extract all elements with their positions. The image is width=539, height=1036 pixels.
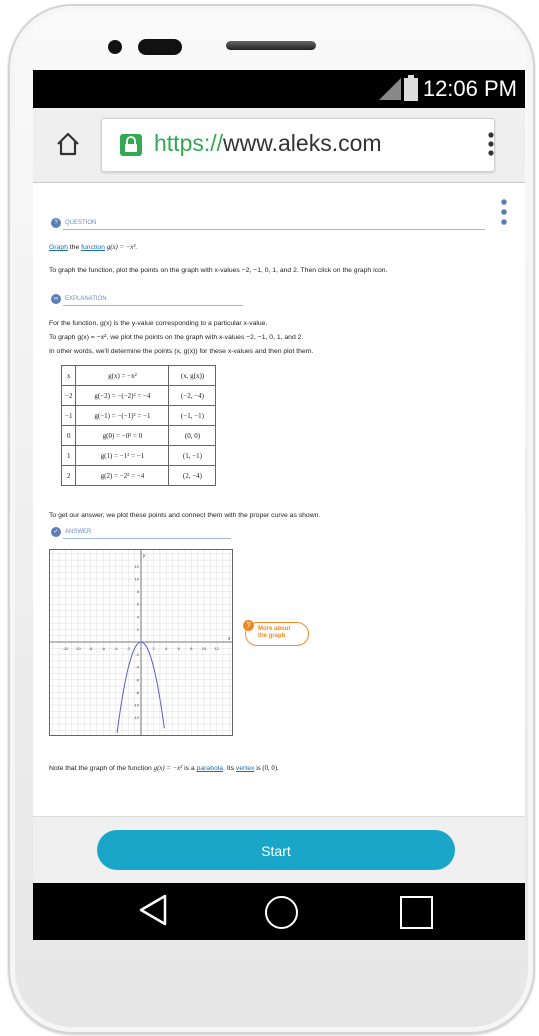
earpiece-speaker bbox=[138, 39, 182, 55]
y-tick-label: 12 bbox=[135, 564, 140, 569]
home-icon[interactable] bbox=[55, 131, 81, 157]
status-bar: 12:06 PM bbox=[33, 70, 525, 108]
answer-graph[interactable]: -12 -10 -8 -6 -4 -2 2 4 6 8 10 12 12 10 8 6 4 2 -2 -4 -6 -8 -1… bbox=[49, 549, 233, 736]
explanation-p2: To graph g(x) = −x², we plot the points … bbox=[49, 334, 304, 341]
start-button[interactable]: Start bbox=[97, 830, 455, 870]
explanation-divider bbox=[63, 305, 243, 306]
lightbulb-icon: ? bbox=[243, 620, 254, 631]
answer-divider bbox=[63, 538, 231, 539]
url-text: https://www.aleks.com bbox=[154, 130, 382, 157]
url-host: www.aleks.com bbox=[223, 130, 382, 156]
y-tick-label: 10 bbox=[135, 577, 140, 582]
table-row: 0 g(0) = −0² = 0 (0, 0) bbox=[60, 425, 217, 446]
table-row: −1 g(−1) = −(−1)² = −1 (−1, −1) bbox=[60, 405, 217, 426]
battery-icon bbox=[404, 75, 418, 101]
android-nav-bar bbox=[33, 883, 525, 940]
lesson-content: ? QUESTION Graph the function g(x) = −x²… bbox=[33, 182, 525, 816]
x-tick-label: 12 bbox=[214, 646, 219, 651]
speaker-grille bbox=[226, 41, 316, 50]
y-tick-label: -10 bbox=[133, 703, 140, 708]
values-table: x g(x) = −x² (x, g(x)) −2 g(−2) = −(−2)²… bbox=[60, 365, 217, 486]
browser-toolbar: https://www.aleks.com bbox=[33, 108, 525, 183]
answer-note: Note that the graph of the function g(x)… bbox=[49, 765, 279, 772]
page-menu-icon[interactable] bbox=[500, 198, 508, 226]
explanation-p4: To get our answer, we plot these points … bbox=[49, 512, 321, 519]
graph-plot: -12 -10 -8 -6 -4 -2 2 4 6 8 10 1212108642-2-4-6-8-1… bbox=[50, 550, 232, 735]
y-axis-label: y bbox=[142, 553, 146, 559]
question-instruction: To graph the function, plot the points o… bbox=[49, 267, 388, 274]
explanation-p1: For the function, g(x) is the y-value co… bbox=[49, 320, 268, 327]
x-tick-label: -10 bbox=[75, 646, 82, 651]
table-header: g(x) = −x² bbox=[75, 365, 170, 386]
home-button-icon[interactable] bbox=[265, 896, 298, 929]
browser-menu-icon[interactable] bbox=[487, 131, 495, 157]
answer-icon: ✓ bbox=[51, 527, 61, 537]
table-row: 1 g(1) = −1² = −1 (1, −1) bbox=[60, 445, 217, 466]
answer-label: ANSWER bbox=[65, 529, 92, 535]
question-icon: ? bbox=[51, 218, 61, 228]
explanation-icon: ∞ bbox=[51, 294, 61, 304]
signal-icon bbox=[379, 78, 401, 100]
more-about-line2: the graph bbox=[258, 633, 286, 639]
function-link[interactable]: function bbox=[81, 244, 105, 251]
table-header: (x, g(x)) bbox=[168, 365, 217, 386]
y-tick-label: -12 bbox=[133, 715, 140, 720]
vertex-link[interactable]: vertex bbox=[236, 765, 255, 772]
question-divider bbox=[63, 229, 485, 230]
lock-icon bbox=[120, 134, 142, 156]
explanation-label: EXPLANATION bbox=[65, 296, 107, 302]
more-about-graph-button[interactable]: ? More about the graph bbox=[243, 620, 309, 646]
table-header-row: x g(x) = −x² (x, g(x)) bbox=[60, 365, 217, 386]
footer-bar: Start bbox=[33, 816, 525, 884]
explanation-p3: In other words, we'll determine the poin… bbox=[49, 348, 314, 355]
table-row: −2 g(−2) = −(−2)² = −4 (−2, −4) bbox=[60, 385, 217, 406]
table-row: 2 g(2) = −2² = −4 (2, −4) bbox=[60, 465, 217, 486]
question-label: QUESTION bbox=[65, 220, 97, 226]
x-tick-label: 10 bbox=[202, 646, 207, 651]
graph-link[interactable]: Graph bbox=[49, 244, 68, 251]
status-clock: 12:06 PM bbox=[422, 76, 517, 101]
recent-apps-icon[interactable] bbox=[400, 896, 433, 929]
more-about-line1: More about bbox=[258, 626, 291, 632]
x-axis-label: x bbox=[227, 636, 231, 642]
question-math: g(x) = −x². bbox=[106, 244, 138, 251]
address-bar[interactable]: https://www.aleks.com bbox=[101, 118, 495, 172]
parabola-link[interactable]: parabola bbox=[197, 765, 223, 772]
front-camera bbox=[108, 40, 122, 54]
phone-screen: 12:06 PM https://www.aleks.com ? QUESTIO… bbox=[33, 70, 525, 940]
back-icon[interactable] bbox=[137, 893, 169, 927]
question-prompt: Graph the function g(x) = −x². bbox=[49, 244, 138, 251]
url-protocol: https:// bbox=[154, 130, 224, 156]
table-header: x bbox=[60, 365, 77, 386]
x-tick-label: -12 bbox=[63, 646, 70, 651]
